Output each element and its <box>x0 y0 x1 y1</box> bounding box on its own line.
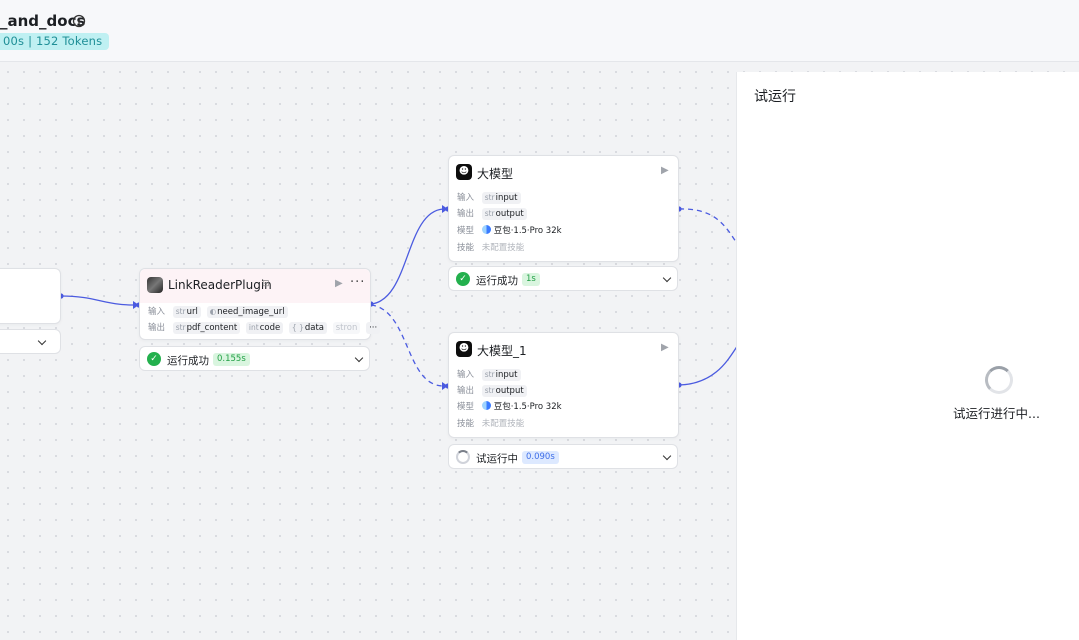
llm-model-name: 豆包·1.5·Pro 32k <box>493 226 562 236</box>
edge-start-to-plugin <box>60 295 134 306</box>
edge-plugin-to-llm <box>370 208 444 305</box>
llm1-output-row: 输出 stroutput <box>457 384 530 398</box>
llm-skill-value: 未配置技能 <box>481 243 525 253</box>
check-circle-icon: ✓ <box>147 352 161 366</box>
output-tag-output: stroutput <box>481 208 527 220</box>
plugin-output-row: 输出 strpdf_content intcode { }data stron … <box>148 321 383 335</box>
output-tag-stron: stron <box>332 322 361 334</box>
llm-input-row: 输入 strinput <box>457 191 524 205</box>
output-tag-output: stroutput <box>481 385 527 397</box>
output-tag-data: { }data <box>288 322 327 334</box>
llm-skill-row: 技能 未配置技能 <box>457 243 525 253</box>
llm1-skill-value: 未配置技能 <box>481 419 525 429</box>
llm1-node-title: 大模型_1 <box>477 344 527 358</box>
llm-status-text: 运行成功 <box>476 275 518 287</box>
test-run-loading-text: 试运行进行中... <box>953 406 1040 421</box>
llm1-node-status[interactable]: 试运行中 0.090s <box>448 444 678 469</box>
more-icon[interactable]: ··· <box>350 275 365 290</box>
doubao-model-icon <box>481 401 491 410</box>
edge-llm1-to-end <box>678 344 739 386</box>
llm1-skill-row: 技能 未配置技能 <box>457 419 525 429</box>
play-icon[interactable]: ▶ <box>661 342 669 353</box>
check-circle-icon: ✓ <box>456 272 470 286</box>
copy-icon[interactable]: ⊟ <box>262 279 270 289</box>
doubao-model-icon <box>481 225 491 234</box>
input-tag-input: strinput <box>481 192 521 204</box>
spinner-icon <box>985 366 1013 394</box>
start-node[interactable] <box>0 268 61 324</box>
test-run-panel: 试运行 试运行进行中... <box>736 72 1079 640</box>
llm1-node[interactable]: ☻ 大模型_1 ▶ 输入 strinput 输出 stroutput 模型 豆包… <box>448 332 679 438</box>
input-tag-input: strinput <box>481 369 521 381</box>
llm1-duration-badge: 0.090s <box>522 451 559 464</box>
llm-model-row: 模型 豆包·1.5·Pro 32k <box>457 225 562 236</box>
llm1-input-row: 输入 strinput <box>457 368 524 382</box>
plugin-input-row: 输入 strurl ◐need_image_url <box>148 305 291 319</box>
chevron-down-icon[interactable] <box>354 353 364 363</box>
llm-node[interactable]: ☻ 大模型 ▶ 输入 strinput 输出 stroutput 模型 豆包·1… <box>448 155 679 262</box>
chevron-down-icon[interactable] <box>662 273 672 283</box>
plugin-status-text: 运行成功 <box>167 355 209 367</box>
output-tag-pdf-content: strpdf_content <box>172 322 241 334</box>
plugin-node[interactable]: LinkReaderPlugin ⊟ ▶ ··· 输入 strurl ◐need… <box>139 268 381 340</box>
llm1-model-row: 模型 豆包·1.5·Pro 32k <box>457 401 562 412</box>
edge-plugin-to-llm1 <box>370 304 444 387</box>
llm-output-row: 输出 stroutput <box>457 207 530 221</box>
llm-logo-icon: ☻ <box>456 341 472 357</box>
llm-node-title: 大模型 <box>477 167 514 181</box>
llm-duration-badge: 1s <box>522 273 540 286</box>
spinner-icon <box>456 450 470 464</box>
play-icon[interactable]: ▶ <box>335 278 343 289</box>
chevron-down-icon[interactable] <box>37 336 47 346</box>
input-tag-need-image-url: ◐need_image_url <box>206 306 288 318</box>
plugin-icon <box>147 277 163 293</box>
llm-node-status[interactable]: ✓ 运行成功 1s <box>448 266 678 291</box>
plugin-duration-badge: 0.155s <box>213 353 250 366</box>
output-tag-code: intcode <box>245 322 284 334</box>
input-tag-url: strurl <box>172 306 201 318</box>
plugin-node-status[interactable]: ✓ 运行成功 0.155s <box>139 346 370 371</box>
test-run-panel-title: 试运行 <box>754 89 796 105</box>
play-icon[interactable]: ▶ <box>661 165 669 176</box>
llm1-model-name: 豆包·1.5·Pro 32k <box>493 402 562 412</box>
plugin-node-title: LinkReaderPlugin <box>168 278 272 292</box>
edge-llm-to-end <box>678 208 739 246</box>
output-more-button[interactable]: ··· <box>366 322 381 334</box>
llm1-status-text: 试运行中 <box>476 453 518 465</box>
chevron-down-icon[interactable] <box>662 451 672 461</box>
llm-logo-icon: ☻ <box>456 164 472 180</box>
start-node-status[interactable] <box>0 329 61 354</box>
